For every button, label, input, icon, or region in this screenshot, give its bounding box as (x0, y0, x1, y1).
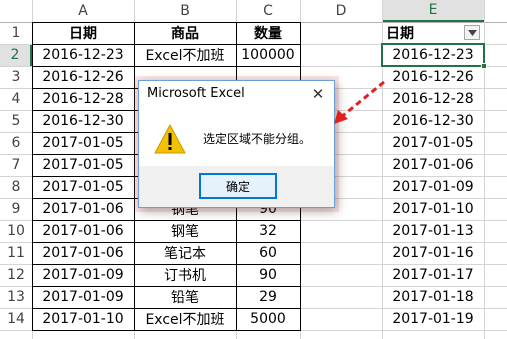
table-cell[interactable]: 2017-01-05 (32, 176, 134, 198)
row-header-3[interactable]: 3 (0, 66, 32, 88)
table-cell[interactable]: 2017-01-06 (32, 220, 134, 242)
row-header-5[interactable]: 5 (0, 110, 32, 132)
column-e-cell[interactable]: 2016-12-30 (382, 110, 484, 132)
column-header-e[interactable]: E (382, 0, 484, 22)
close-icon[interactable]: ✕ (308, 84, 328, 104)
column-e-cell[interactable]: 2017-01-19 (382, 308, 484, 330)
table-header-cell[interactable]: 商品 (134, 22, 236, 44)
row-header-8[interactable]: 8 (0, 176, 32, 198)
column-e-cell[interactable]: 2017-01-13 (382, 220, 484, 242)
table-cell[interactable]: 2017-01-05 (32, 154, 134, 176)
dialog-footer: 确定 (139, 166, 334, 207)
dialog-body: 选定区域不能分组。 (139, 108, 334, 168)
table-cell[interactable]: 2016-12-30 (32, 110, 134, 132)
row-header-10[interactable]: 10 (0, 220, 32, 242)
table-cell[interactable]: 订书机 (134, 264, 236, 286)
table-cell[interactable]: 2017-01-10 (32, 308, 134, 330)
table-cell[interactable]: 2017-01-06 (32, 242, 134, 264)
table-cell[interactable]: 钢笔 (134, 220, 236, 242)
dialog-titlebar[interactable]: Microsoft Excel ✕ (139, 81, 334, 108)
message-dialog: Microsoft Excel ✕ 选定区域不能分组。 确定 (138, 80, 335, 208)
filter-header-cell[interactable]: 日期 (386, 22, 456, 44)
row-header-14[interactable]: 14 (0, 308, 32, 330)
table-header-cell[interactable]: 日期 (32, 22, 134, 44)
filter-dropdown-button[interactable] (464, 25, 480, 40)
column-header-d[interactable]: D (300, 0, 382, 22)
table-cell[interactable]: Excel不加班 (134, 308, 236, 330)
dialog-title: Microsoft Excel (147, 86, 245, 101)
row-header-2[interactable]: 2 (0, 44, 32, 66)
table-border (32, 330, 301, 331)
select-all-corner[interactable] (0, 0, 32, 22)
table-cell[interactable]: 32 (236, 220, 300, 242)
column-e-cell[interactable]: 2016-12-26 (382, 66, 484, 88)
row-header-1[interactable]: 1 (0, 22, 32, 44)
column-e-cell[interactable]: 2017-01-16 (382, 242, 484, 264)
table-cell[interactable]: Excel不加班 (134, 44, 236, 66)
dialog-message: 选定区域不能分组。 (203, 132, 312, 146)
table-cell[interactable]: 100000 (236, 44, 300, 66)
column-header-a[interactable]: A (32, 0, 134, 22)
column-e-cell[interactable]: 2017-01-10 (382, 198, 484, 220)
row-header-4[interactable]: 4 (0, 88, 32, 110)
warning-icon (154, 123, 186, 154)
table-cell[interactable]: 60 (236, 242, 300, 264)
fill-handle[interactable] (481, 63, 487, 69)
ok-button[interactable]: 确定 (199, 173, 277, 199)
chevron-down-icon (467, 29, 477, 36)
row-header-6[interactable]: 6 (0, 132, 32, 154)
table-cell[interactable]: 2017-01-05 (32, 132, 134, 154)
table-cell[interactable]: 2017-01-09 (32, 264, 134, 286)
table-cell[interactable]: 2016-12-23 (32, 44, 134, 66)
row-header-12[interactable]: 12 (0, 264, 32, 286)
table-cell[interactable]: 笔记本 (134, 242, 236, 264)
table-cell[interactable]: 90 (236, 264, 300, 286)
column-e-cell[interactable]: 2017-01-05 (382, 132, 484, 154)
table-cell[interactable]: 2016-12-26 (32, 66, 134, 88)
active-cell-selection (381, 43, 485, 67)
row-header-13[interactable]: 13 (0, 286, 32, 308)
column-e-cell[interactable]: 2016-12-28 (382, 88, 484, 110)
column-e-cell[interactable]: 2017-01-09 (382, 176, 484, 198)
column-e-cell[interactable]: 2017-01-18 (382, 286, 484, 308)
table-cell[interactable]: 2017-01-06 (32, 198, 134, 220)
table-cell[interactable]: 2017-01-09 (32, 286, 134, 308)
column-header-b[interactable]: B (134, 0, 236, 22)
table-cell[interactable]: 29 (236, 286, 300, 308)
table-cell[interactable]: 铅笔 (134, 286, 236, 308)
row-header-11[interactable]: 11 (0, 242, 32, 264)
column-e-cell[interactable]: 2017-01-06 (382, 154, 484, 176)
table-cell[interactable]: 5000 (236, 308, 300, 330)
row-header-9[interactable]: 9 (0, 198, 32, 220)
table-cell[interactable]: 2016-12-28 (32, 88, 134, 110)
table-header-cell[interactable]: 数量 (236, 22, 300, 44)
row-header-7[interactable]: 7 (0, 154, 32, 176)
annotation-arrow (334, 80, 385, 124)
column-header-c[interactable]: C (236, 0, 300, 22)
column-e-cell[interactable]: 2017-01-17 (382, 264, 484, 286)
